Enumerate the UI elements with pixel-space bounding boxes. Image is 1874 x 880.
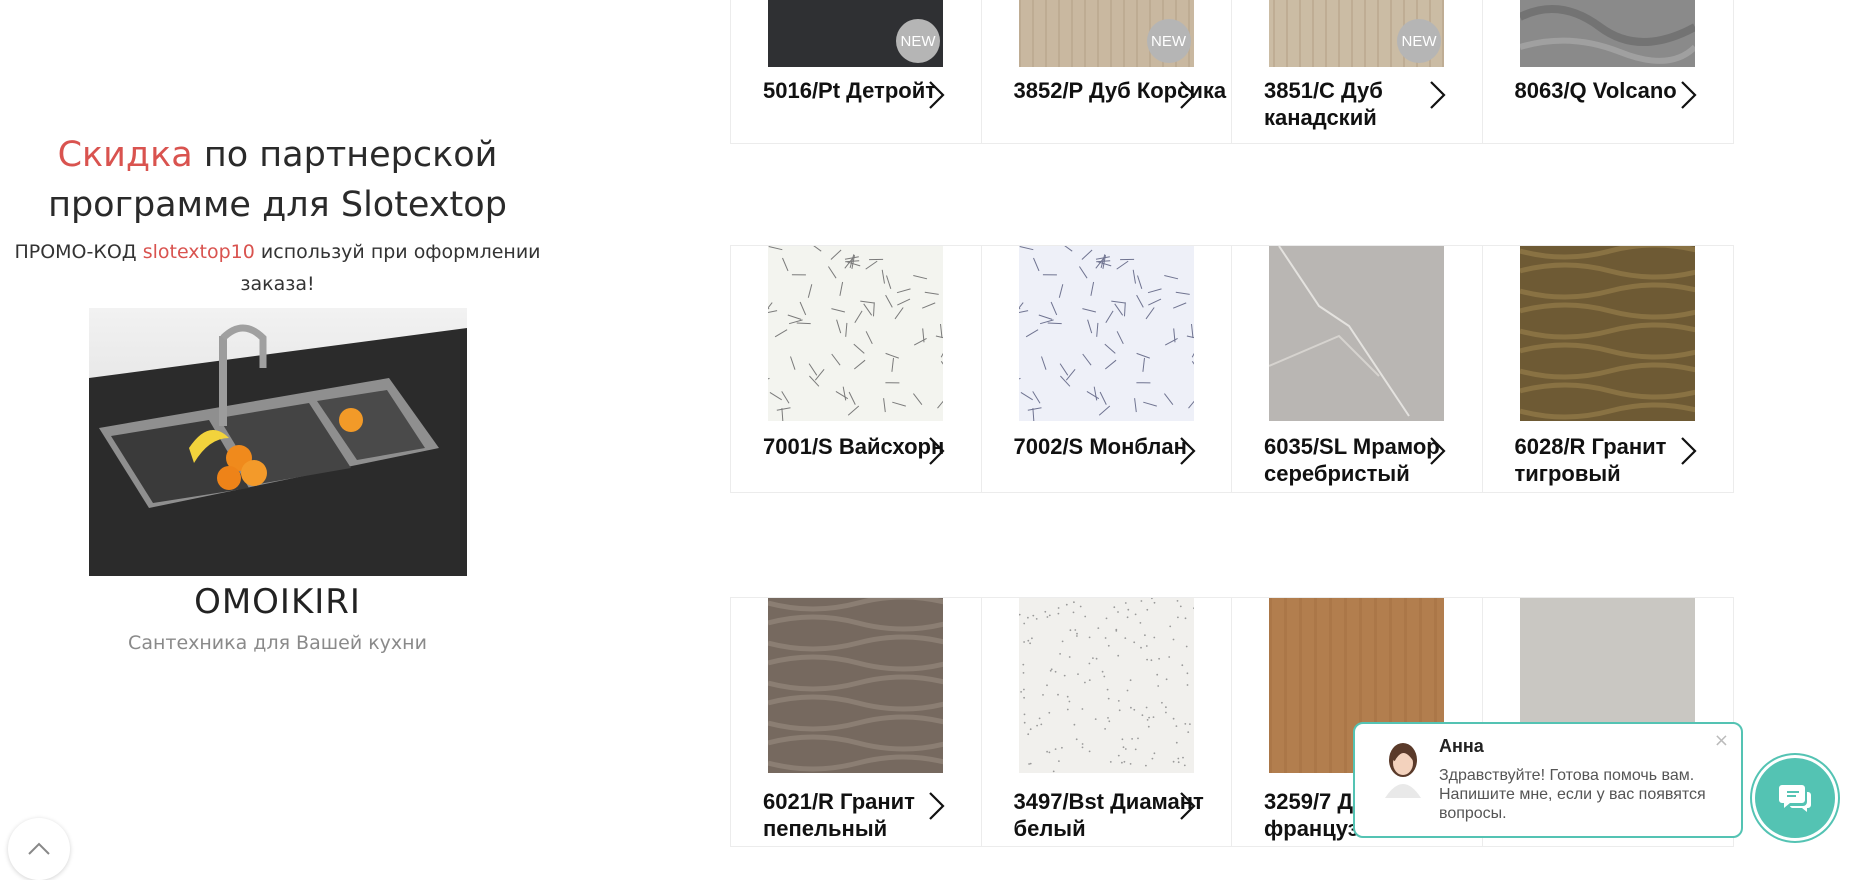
promo-title-accent: Скидка bbox=[58, 135, 193, 175]
product-swatch-image[interactable] bbox=[1520, 246, 1695, 421]
product-swatch-image[interactable]: NEW bbox=[1269, 0, 1444, 67]
product-card[interactable]: NEW3851/C Дуб канадский bbox=[1232, 0, 1483, 143]
product-card[interactable]: NEW5016/Pt Детройт bbox=[731, 0, 982, 143]
chat-bubble-icon bbox=[1778, 783, 1812, 813]
product-card[interactable]: 6035/SL Мрамор серебристый bbox=[1232, 246, 1483, 492]
promo-code-suffix: используй при оформлении заказа! bbox=[240, 241, 540, 295]
chat-message: Здравствуйте! Готова помочь вам. Напишит… bbox=[1439, 766, 1729, 823]
product-swatch-image[interactable] bbox=[1019, 246, 1194, 421]
chevron-right-icon[interactable] bbox=[1177, 436, 1197, 466]
product-card[interactable]: 8063/Q Volcano bbox=[1483, 0, 1734, 143]
brand-name[interactable]: OMOIKIRI bbox=[0, 582, 555, 622]
product-card[interactable]: 7002/S Монблан bbox=[982, 246, 1233, 492]
product-card[interactable]: 3497/Bst Диамант белый bbox=[982, 598, 1233, 846]
operator-avatar bbox=[1379, 738, 1427, 798]
promo-code-prefix: ПРОМО-КОД bbox=[14, 241, 142, 263]
product-swatch-image[interactable]: NEW bbox=[1019, 0, 1194, 67]
chat-open-button[interactable] bbox=[1755, 758, 1835, 838]
promo-title: Скидка по партнерской программе для Slot… bbox=[0, 130, 555, 230]
chevron-right-icon[interactable] bbox=[1427, 80, 1447, 110]
new-badge: NEW bbox=[896, 19, 940, 63]
chevron-right-icon[interactable] bbox=[926, 791, 946, 821]
chat-close-button[interactable]: × bbox=[1714, 730, 1729, 751]
product-swatch-image[interactable] bbox=[768, 598, 943, 773]
scroll-top-button[interactable] bbox=[8, 818, 70, 880]
product-swatch-image[interactable] bbox=[768, 246, 943, 421]
product-swatch-image[interactable] bbox=[1269, 246, 1444, 421]
chevron-right-icon[interactable] bbox=[926, 80, 946, 110]
operator-name: Анна bbox=[1439, 736, 1484, 757]
promo-code-value: slotextop10 bbox=[143, 241, 255, 263]
product-swatch-image[interactable] bbox=[1520, 0, 1695, 67]
product-card[interactable]: 6021/R Гранит пепельный bbox=[731, 598, 982, 846]
product-card[interactable]: 7001/S Вайсхорн bbox=[731, 246, 982, 492]
chevron-right-icon[interactable] bbox=[1427, 436, 1447, 466]
promo-code-text: ПРОМО-КОД slotextop10 используй при офор… bbox=[0, 236, 555, 300]
chevron-right-icon[interactable] bbox=[1678, 80, 1698, 110]
product-card[interactable]: 6028/R Гранит тигровый bbox=[1483, 246, 1734, 492]
partner-promo: Скидка по партнерской программе для Slot… bbox=[0, 130, 555, 654]
product-swatch-image[interactable] bbox=[1019, 598, 1194, 773]
chevron-right-icon[interactable] bbox=[1177, 80, 1197, 110]
product-row: 7001/S Вайсхорн7002/S Монблан6035/SL Мра… bbox=[730, 245, 1734, 493]
chevron-right-icon[interactable] bbox=[1177, 791, 1197, 821]
sink-illustration bbox=[89, 308, 467, 576]
new-badge: NEW bbox=[1147, 19, 1191, 63]
chevron-right-icon[interactable] bbox=[926, 436, 946, 466]
brand-subtitle: Сантехника для Вашей кухни bbox=[0, 632, 555, 654]
chevron-up-icon bbox=[27, 842, 51, 856]
product-row: NEW5016/Pt ДетройтNEW3852/P Дуб КорсикаN… bbox=[730, 0, 1734, 144]
sink-image[interactable] bbox=[89, 308, 467, 576]
chevron-right-icon[interactable] bbox=[1678, 436, 1698, 466]
product-swatch-image[interactable]: NEW bbox=[768, 0, 943, 67]
product-card[interactable]: NEW3852/P Дуб Корсика bbox=[982, 0, 1233, 143]
chat-popup[interactable]: × Анна Здравствуйте! Готова помочь вам. … bbox=[1353, 722, 1743, 838]
new-badge: NEW bbox=[1397, 19, 1441, 63]
